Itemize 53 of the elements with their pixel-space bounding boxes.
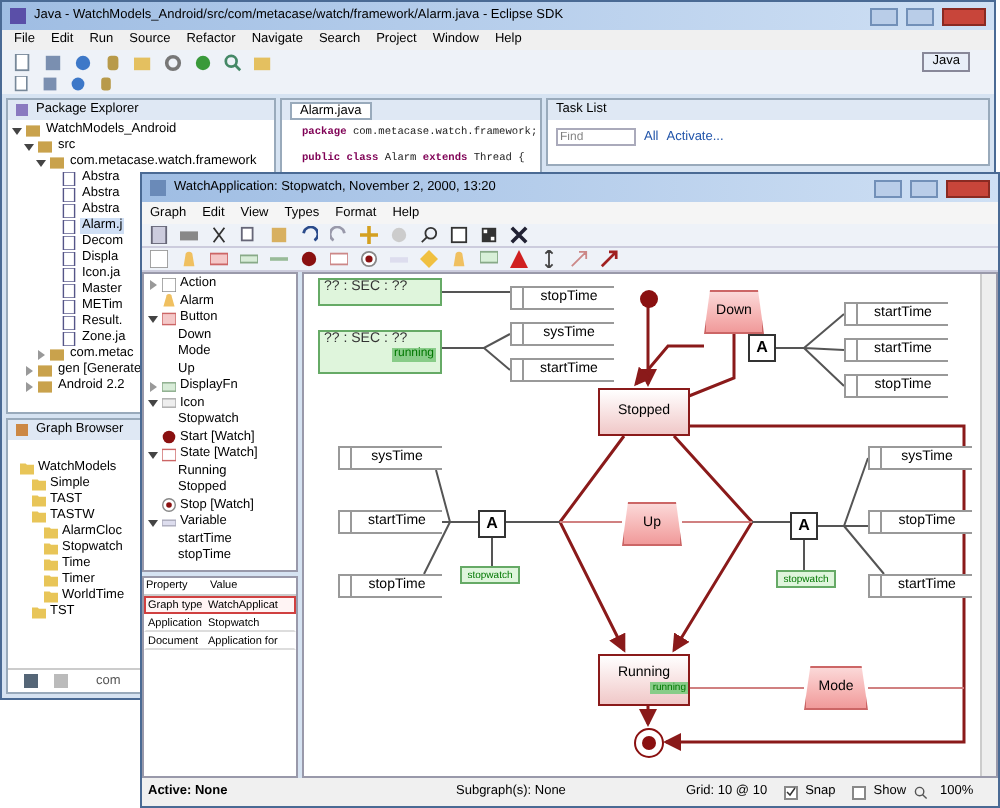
close-button[interactable] (942, 7, 986, 25)
maximize-button[interactable] (906, 7, 934, 25)
collapsed-caret-icon[interactable] (36, 349, 46, 359)
close-button[interactable] (946, 179, 990, 197)
arrow-icon[interactable] (540, 250, 558, 268)
delete-icon[interactable] (510, 226, 528, 244)
app-icon (150, 180, 166, 196)
stop-node (634, 728, 664, 758)
expanded-caret-icon[interactable] (24, 141, 34, 151)
circle-icon[interactable] (70, 76, 86, 92)
target-icon[interactable] (360, 250, 378, 268)
expanded-caret-icon[interactable] (148, 398, 158, 409)
expanded-caret-icon[interactable] (12, 125, 22, 135)
undo-icon[interactable] (300, 226, 318, 244)
gear-icon[interactable] (164, 53, 182, 71)
scissors-icon[interactable] (210, 226, 228, 244)
maximize-button[interactable] (910, 179, 938, 197)
action-box: A (790, 512, 818, 540)
box-icon[interactable] (162, 277, 176, 292)
action-box: A (748, 334, 776, 362)
expanded-caret-icon[interactable] (148, 517, 158, 528)
collapsed-caret-icon[interactable] (148, 279, 158, 290)
arrow-icon[interactable] (600, 250, 618, 268)
vertical-scrollbar[interactable] (980, 274, 996, 776)
square-icon[interactable] (450, 226, 468, 244)
bell-icon[interactable] (450, 250, 468, 268)
zoom-icon[interactable] (420, 226, 438, 244)
search-icon[interactable] (224, 53, 242, 71)
minimize-button[interactable] (874, 179, 902, 197)
folder-icon[interactable] (254, 53, 272, 71)
redo-icon[interactable] (330, 226, 348, 244)
start-node (640, 290, 658, 308)
zoom-icon[interactable] (914, 785, 929, 799)
expanded-caret-icon[interactable] (148, 449, 158, 460)
printer-icon[interactable] (180, 226, 198, 244)
minimize-button[interactable] (870, 7, 898, 25)
collapsed-caret-icon[interactable] (24, 381, 34, 391)
expanded-caret-icon[interactable] (148, 313, 158, 324)
dot-icon[interactable] (300, 250, 318, 268)
copy-icon[interactable] (240, 226, 258, 244)
checkbox[interactable] (851, 785, 866, 799)
play-icon[interactable] (194, 53, 212, 71)
folder-icon[interactable] (134, 53, 152, 71)
collapsed-caret-icon[interactable] (24, 365, 34, 375)
grid-icon[interactable] (480, 226, 498, 244)
dot-icon[interactable] (162, 430, 176, 445)
bell-icon[interactable] (180, 250, 198, 268)
expanded-caret-icon[interactable] (36, 157, 46, 167)
app-icon (10, 8, 26, 24)
action-box: A (478, 510, 506, 538)
target-icon[interactable] (162, 498, 176, 513)
collapsed-caret-icon[interactable] (148, 381, 158, 392)
circle-icon[interactable] (74, 53, 92, 71)
